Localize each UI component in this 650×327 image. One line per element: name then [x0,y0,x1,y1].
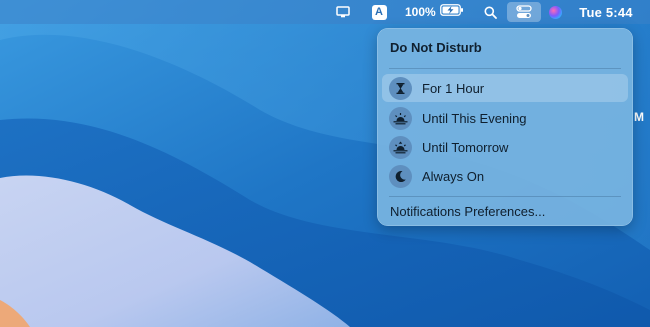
sunrise-icon [389,135,412,159]
dnd-option-for-1-hour[interactable]: For 1 Hour [382,74,628,102]
menu-item-label: Always On [422,168,485,184]
hourglass-icon [389,76,412,100]
menu-item-label: For 1 Hour [422,80,485,96]
clock-text: Tue 5:44 [579,4,633,20]
moon-icon [389,164,412,188]
display-icon[interactable] [334,0,352,24]
dnd-option-always-on[interactable]: Always On [382,162,628,190]
control-center-icon[interactable] [507,2,541,22]
battery-percent: 100% [405,5,436,19]
sunset-icon [389,106,412,130]
divider [389,196,621,197]
menu-item-label: Until This Evening [422,110,527,126]
menu-title: Do Not Disturb [390,40,482,55]
menu-bar-clock[interactable]: Tue 5:44 [575,0,637,24]
siri-icon[interactable] [546,0,564,24]
battery-charging-icon [439,3,464,21]
divider [389,68,621,69]
do-not-disturb-menu: Do Not Disturb For 1 Hour Until This Eve… [377,28,633,226]
menu-item-label: Until Tomorrow [422,139,509,155]
input-source-label: A [371,4,387,20]
desktop-edge-text: M [634,110,644,124]
search-icon[interactable] [481,0,499,24]
dnd-option-until-this-evening[interactable]: Until This Evening [382,104,628,132]
battery-status[interactable]: 100% [405,0,467,24]
desktop: A 100% Tue 5:44 M Do Not Disturb For 1 H… [0,0,650,327]
menu-bar: A 100% Tue 5:44 [0,0,650,24]
notifications-preferences-item[interactable]: Notifications Preferences... [390,204,545,219]
input-source-button[interactable]: A [370,0,388,24]
dnd-option-until-tomorrow[interactable]: Until Tomorrow [382,133,628,161]
